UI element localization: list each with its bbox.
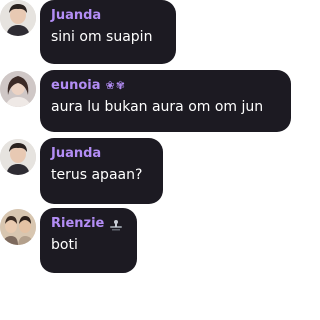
avatar[interactable] [0,71,36,107]
avatar[interactable] [0,139,36,175]
message-text: aura lu bukan aura om om jun [51,99,264,115]
chat-message[interactable]: Rienzie boti [0,208,296,273]
avatar-rienzie-image [0,209,36,245]
sender-name-label[interactable]: Juanda [51,8,101,24]
sender-name[interactable]: Juanda [51,8,164,24]
avatar[interactable] [0,0,36,36]
flower-badge-icon: ❀✾ [105,79,126,92]
avatar-juanda-image [0,0,36,36]
avatar[interactable] [0,209,36,245]
sender-name-label[interactable]: Rienzie [51,216,104,232]
message-bubble[interactable]: eunoia ❀✾ aura lu bukan aura om om jun [40,70,291,132]
message-text: boti [51,237,78,253]
sender-name[interactable]: Juanda [51,146,151,162]
message-text: sini om suapin [51,29,153,45]
message-text: terus apaan? [51,167,143,183]
chat-message[interactable]: eunoia ❀✾ aura lu bukan aura om om jun [0,70,296,132]
sender-name-label[interactable]: Juanda [51,146,101,162]
sticker-icon [109,217,123,231]
sender-name-label[interactable]: eunoia [51,78,101,94]
avatar-juanda-image [0,139,36,175]
sender-name[interactable]: eunoia ❀✾ [51,78,279,94]
chat-message[interactable]: Juanda sini om suapin [0,0,296,64]
chat-message[interactable]: Juanda terus apaan? [0,138,296,204]
message-bubble[interactable]: Rienzie boti [40,208,137,273]
message-bubble[interactable]: Juanda terus apaan? [40,138,163,204]
message-bubble[interactable]: Juanda sini om suapin [40,0,176,64]
sender-name[interactable]: Rienzie [51,216,125,232]
avatar-eunoia-image [0,71,36,107]
